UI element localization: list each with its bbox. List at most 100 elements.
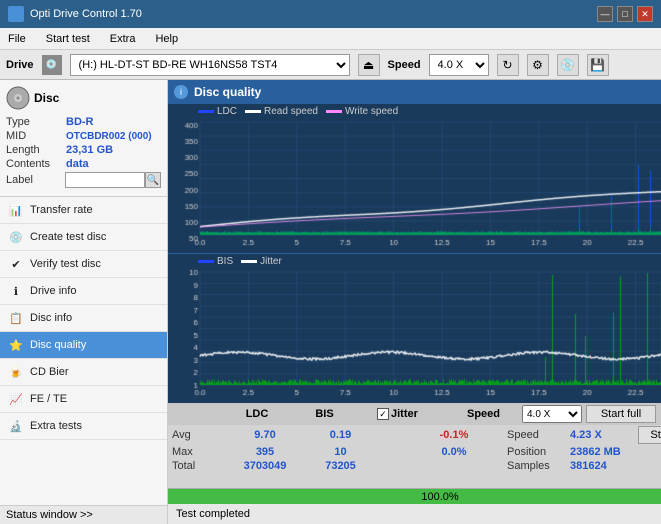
progress-text: 100.0% xyxy=(168,489,661,505)
disc-type-value: BD-R xyxy=(66,116,94,128)
drive-info-label: Drive info xyxy=(30,285,76,297)
close-button[interactable]: ✕ xyxy=(637,6,653,22)
create-test-disc-icon: 💿 xyxy=(8,229,24,245)
menu-extra[interactable]: Extra xyxy=(106,32,140,46)
disc-info-label: Disc info xyxy=(30,312,72,324)
menu-help[interactable]: Help xyxy=(151,32,182,46)
menu-start-test[interactable]: Start test xyxy=(42,32,94,46)
col-header-bis: BIS xyxy=(292,408,357,420)
cd-bier-icon: 🍺 xyxy=(8,364,24,380)
legend-read-speed: Read speed xyxy=(264,106,318,117)
speed-select[interactable]: 4.0 X xyxy=(429,54,489,76)
disc-quality-label: Disc quality xyxy=(30,339,86,351)
disc-type-label: Type xyxy=(6,116,66,128)
disc-panel-icon xyxy=(6,86,30,110)
max-jitter: 0.0% xyxy=(409,446,499,458)
drive-select[interactable]: (H:) HL-DT-ST BD-RE WH16NS58 TST4 xyxy=(70,54,350,76)
jitter-checkbox[interactable]: ✓ xyxy=(377,408,389,420)
transfer-rate-icon: 📊 xyxy=(8,202,24,218)
disc-label-input[interactable] xyxy=(65,172,145,188)
disc-info-icon: 📋 xyxy=(8,310,24,326)
app-icon xyxy=(8,6,24,22)
maximize-button[interactable]: □ xyxy=(617,6,633,22)
disc-mid-value: OTCBDR002 (000) xyxy=(66,131,152,142)
status-text: Test completed xyxy=(176,508,250,520)
status-window-label: Status window >> xyxy=(6,509,93,521)
disc-contents-label: Contents xyxy=(6,158,66,170)
sidebar-item-disc-quality[interactable]: ⭐ Disc quality xyxy=(0,332,167,359)
sidebar-item-cd-bier[interactable]: 🍺 CD Bier xyxy=(0,359,167,386)
col-header-ldc: LDC xyxy=(222,408,292,420)
verify-test-disc-icon: ✔ xyxy=(8,256,24,272)
title-bar: Opti Drive Control 1.70 — □ ✕ xyxy=(0,0,661,28)
start-part-button[interactable]: Start part xyxy=(638,426,661,444)
disc-length-value: 23,31 GB xyxy=(66,144,113,156)
transfer-rate-label: Transfer rate xyxy=(30,204,93,216)
legend-write-speed: Write speed xyxy=(345,106,398,117)
legend-jitter: Jitter xyxy=(260,256,282,267)
speed-label: Speed xyxy=(388,59,421,71)
eject-icon[interactable]: ⏏ xyxy=(358,54,380,76)
extra-tests-label: Extra tests xyxy=(30,420,82,432)
verify-test-disc-label: Verify test disc xyxy=(30,258,101,270)
fe-te-icon: 📈 xyxy=(8,391,24,407)
menu-file[interactable]: File xyxy=(4,32,30,46)
speed-target-select[interactable]: 4.0 X xyxy=(522,405,582,423)
drive-label: Drive xyxy=(6,59,34,71)
avg-ldc: 9.70 xyxy=(230,429,300,441)
avg-jitter: -0.1% xyxy=(409,429,499,441)
sidebar-item-fe-te[interactable]: 📈 FE / TE xyxy=(0,386,167,413)
disc-quality-header: i Disc quality xyxy=(168,80,661,104)
max-ldc: 395 xyxy=(230,446,300,458)
samples-label: Samples xyxy=(507,460,562,472)
refresh-icon[interactable]: ↻ xyxy=(497,54,519,76)
total-ldc: 3703049 xyxy=(230,460,300,472)
col-header-jitter: Jitter xyxy=(391,408,418,420)
sidebar-item-extra-tests[interactable]: 🔬 Extra tests xyxy=(0,413,167,440)
disc-quality-icon: ⭐ xyxy=(8,337,24,353)
disc-mid-label: MID xyxy=(6,130,66,142)
fe-te-label: FE / TE xyxy=(30,393,67,405)
avg-bis: 0.19 xyxy=(308,429,373,441)
menu-bar: File Start test Extra Help xyxy=(0,28,661,50)
minimize-button[interactable]: — xyxy=(597,6,613,22)
legend-bis: BIS xyxy=(217,256,233,267)
disc-panel: Disc Type BD-R MID OTCBDR002 (000) Lengt… xyxy=(0,80,167,197)
start-full-button[interactable]: Start full xyxy=(586,405,656,423)
chart-upper: LDC Read speed Write speed xyxy=(168,104,661,254)
create-test-disc-label: Create test disc xyxy=(30,231,106,243)
disc-label-label: Label xyxy=(6,174,65,186)
disc-icon[interactable]: 💿 xyxy=(557,54,579,76)
sidebar-item-disc-info[interactable]: 📋 Disc info xyxy=(0,305,167,332)
settings-icon[interactable]: ⚙ xyxy=(527,54,549,76)
col-header-speed: Speed xyxy=(467,408,522,420)
sidebar: Disc Type BD-R MID OTCBDR002 (000) Lengt… xyxy=(0,80,168,524)
app-title: Opti Drive Control 1.70 xyxy=(30,8,142,20)
chart-lower: BIS Jitter xyxy=(168,254,661,403)
extra-tests-icon: 🔬 xyxy=(8,418,24,434)
sidebar-item-drive-info[interactable]: ℹ Drive info xyxy=(0,278,167,305)
speed-current-label: Speed xyxy=(507,429,562,441)
disc-contents-value: data xyxy=(66,158,89,170)
total-bis: 73205 xyxy=(308,460,373,472)
save-icon[interactable]: 💾 xyxy=(587,54,609,76)
dq-icon: i xyxy=(174,85,188,99)
drive-info-icon: ℹ xyxy=(8,283,24,299)
status-window-button[interactable]: Status window >> xyxy=(0,505,167,524)
sidebar-item-verify-test-disc[interactable]: ✔ Verify test disc xyxy=(0,251,167,278)
disc-panel-title: Disc xyxy=(34,91,59,105)
sidebar-item-create-test-disc[interactable]: 💿 Create test disc xyxy=(0,224,167,251)
legend-ldc: LDC xyxy=(217,106,237,117)
position-value: 23862 MB xyxy=(570,446,630,458)
bottom-stats: LDC BIS ✓ Jitter Speed 4.0 X Start full … xyxy=(168,403,661,488)
max-bis: 10 xyxy=(308,446,373,458)
disc-label-browse-button[interactable]: 🔍 xyxy=(145,172,161,188)
drive-icon: 💿 xyxy=(42,55,62,75)
right-panel: i Disc quality LDC Read speed Write s xyxy=(168,80,661,524)
status-completed-bar: Test completed 31:49 xyxy=(168,504,661,524)
progress-bar-container: 100.0% xyxy=(168,488,661,504)
cd-bier-label: CD Bier xyxy=(30,366,69,378)
disc-quality-title: Disc quality xyxy=(194,85,261,99)
sidebar-item-transfer-rate[interactable]: 📊 Transfer rate xyxy=(0,197,167,224)
speed-current-value: 4.23 X xyxy=(570,429,630,441)
